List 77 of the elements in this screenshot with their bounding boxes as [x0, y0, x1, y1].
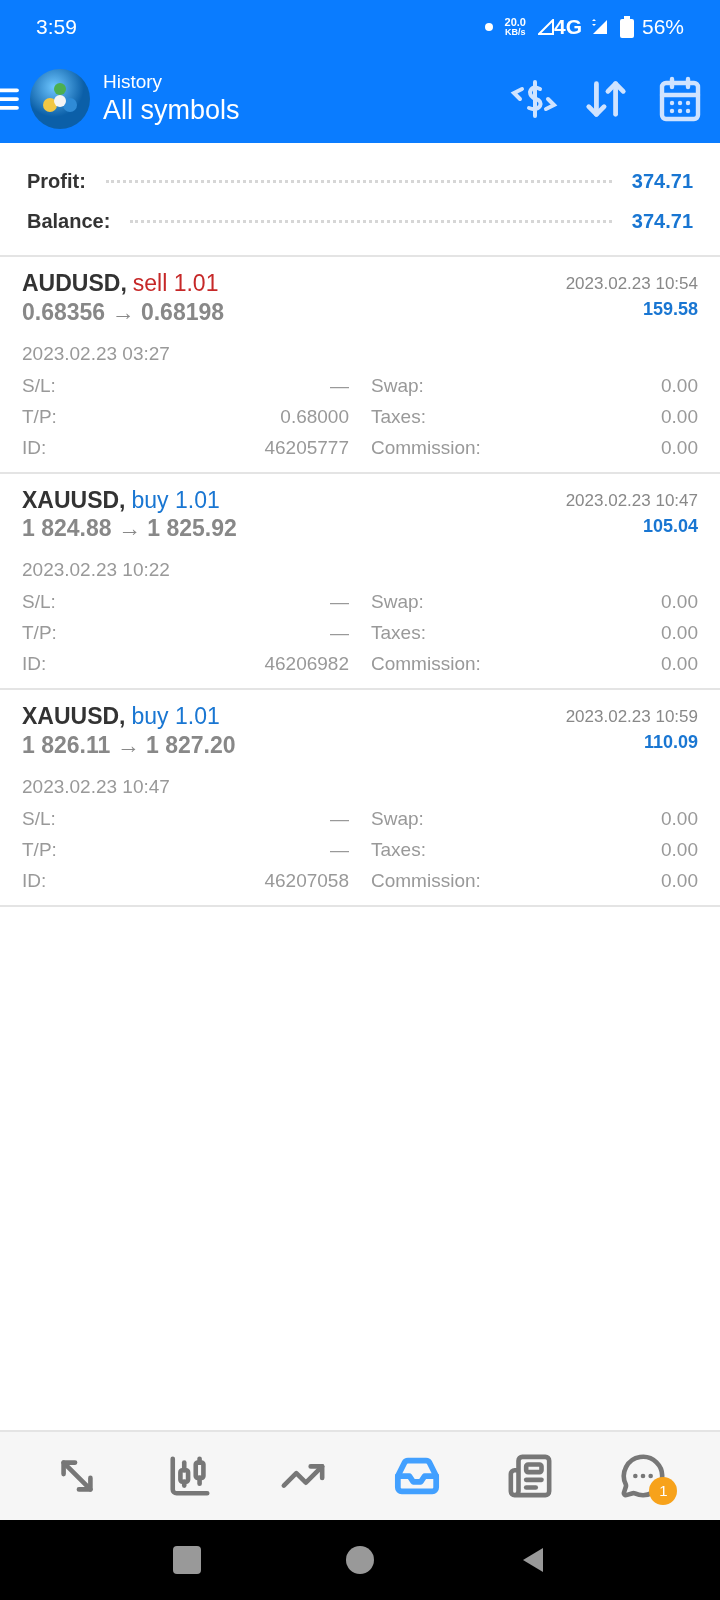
signal-icon: [537, 19, 554, 35]
field-label: Commission:: [371, 435, 481, 460]
field-label: Taxes:: [371, 404, 426, 429]
field-value: —: [330, 806, 349, 831]
clock: 3:59: [36, 14, 77, 41]
summary-label: Balance:: [27, 209, 111, 234]
recents-button[interactable]: [172, 1546, 201, 1574]
home-button[interactable]: [346, 1546, 374, 1574]
summary-label: Profit:: [27, 169, 86, 194]
price-change: 1 824.88 → 1 825.92: [22, 514, 237, 543]
screen-subtitle: History: [103, 69, 164, 94]
network-type: 4G: [553, 14, 582, 41]
field-value: 46205777: [264, 435, 349, 460]
app-logo-icon: [30, 68, 90, 129]
battery-level: 56%: [641, 14, 684, 41]
close-time: 2023.02.23 10:47: [565, 489, 698, 511]
order-type: sell 1.01: [132, 269, 219, 298]
field-label: S/L:: [22, 373, 56, 398]
field-value: 0.00: [661, 590, 698, 615]
summary-value: 374.71: [631, 209, 693, 234]
field-value: 0.00: [661, 868, 698, 893]
field-label: Taxes:: [371, 837, 426, 862]
field-label: S/L:: [22, 806, 56, 831]
summary-value: 374.71: [631, 169, 693, 194]
order-type: buy 1.01: [131, 702, 220, 731]
chat-bubble-icon: [620, 1453, 667, 1499]
field-label: Commission:: [371, 652, 481, 677]
symbol: XAUUSD,: [22, 702, 126, 731]
screen-title: All symbols: [103, 93, 240, 127]
field-value: —: [330, 590, 349, 615]
field-value: 46206982: [264, 652, 349, 677]
field-value: —: [330, 837, 349, 862]
deal-card[interactable]: XAUUSD, buy 1.01 1 824.88 → 1 825.92 2023.02.23 10:47 105.04 2023.02.23 10:22 S/L: — Swap: 0.00 T/P: — Taxes: 0.00 ID: 46206982 Commission: 0.00: [0, 473, 720, 690]
field-label: Swap:: [371, 373, 424, 398]
open-time: 2023.02.23 10:22: [22, 558, 171, 582]
close-time: 2023.02.23 10:59: [565, 706, 698, 728]
field-value: 0.00: [661, 621, 698, 646]
field-label: Swap:: [371, 590, 424, 615]
battery-icon: [619, 16, 634, 38]
field-value: 0.00: [661, 837, 698, 862]
field-label: T/P:: [22, 404, 57, 429]
field-label: ID:: [22, 652, 47, 677]
field-value: 0.68000: [280, 404, 349, 429]
field-value: 0.00: [661, 404, 698, 429]
network-speed: 20.0: [504, 17, 526, 28]
symbol: AUDUSD,: [22, 269, 127, 298]
field-label: T/P:: [22, 621, 57, 646]
profit-value: 110.09: [643, 731, 698, 754]
field-value: 46207058: [264, 868, 349, 893]
profit-value: 159.58: [642, 298, 698, 321]
field-value: 0.00: [661, 435, 698, 460]
field-value: 0.00: [661, 373, 698, 398]
field-label: Commission:: [371, 868, 481, 893]
dot-icon: [484, 23, 493, 31]
speed-unit: KB/s: [505, 28, 526, 37]
field-label: ID:: [22, 435, 47, 460]
field-label: T/P:: [22, 837, 57, 862]
close-time: 2023.02.23 10:54: [565, 273, 698, 295]
order-type: buy 1.01: [131, 485, 220, 515]
deal-card[interactable]: AUDUSD, sell 1.01 0.68356 → 0.68198 2023.02.23 10:54 159.58 2023.02.23 03:27 S/L: — Swap: 0.00 T/P: 0.68000 Taxes: 0.00 ID: 46205777 Commission: 0.00: [0, 257, 720, 474]
open-time: 2023.02.23 03:27: [22, 341, 171, 366]
field-label: Swap:: [371, 806, 424, 831]
price-change: 1 826.11 → 1 827.20: [22, 730, 236, 760]
newspaper-icon: [506, 1453, 553, 1499]
price-change: 0.68356 → 0.68198: [22, 297, 225, 327]
open-time: 2023.02.23 10:47: [22, 774, 171, 799]
field-value: —: [330, 373, 349, 398]
profit-value: 105.04: [642, 514, 698, 538]
field-value: 0.00: [661, 806, 698, 831]
deal-card[interactable]: XAUUSD, buy 1.01 1 826.11 → 1 827.20 2023.02.23 10:59 110.09 2023.02.23 10:47 S/L: — Swap: 0.00 T/P: — Taxes: 0.00 ID: 46207058 Commission: 0.00: [0, 690, 720, 907]
field-label: ID:: [22, 868, 47, 893]
field-label: S/L:: [22, 590, 56, 615]
field-value: —: [330, 621, 349, 646]
field-value: 0.00: [661, 652, 698, 677]
field-label: Taxes:: [371, 621, 426, 646]
symbol: XAUUSD,: [22, 485, 126, 515]
notification-badge: 1: [649, 1477, 678, 1505]
